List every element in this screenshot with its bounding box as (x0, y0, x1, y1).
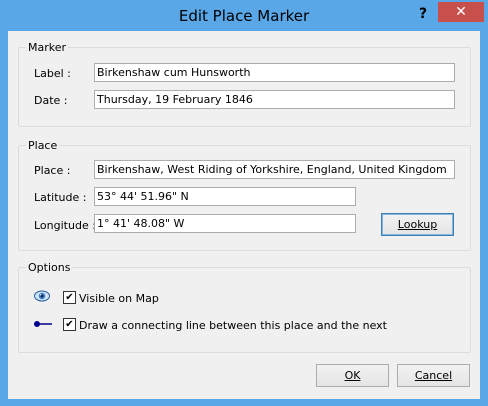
title-bar[interactable]: Edit Place Marker ? ✕ (1, 1, 487, 31)
connecting-line-label[interactable]: Draw a connecting line between this plac… (79, 319, 387, 332)
date-input[interactable]: Thursday, 19 February 1846 (94, 90, 455, 109)
longitude-caption: Longitude : (34, 219, 96, 232)
close-button[interactable]: ✕ (438, 2, 484, 22)
date-caption: Date : (34, 94, 68, 107)
dialog-body: Marker Label : Birkenshaw cum Hunsworth … (8, 31, 480, 399)
marker-legend: Marker (28, 41, 67, 54)
latitude-input[interactable]: 53° 44' 51.96" N (94, 187, 356, 206)
lookup-button[interactable]: Lookup (381, 213, 454, 236)
longitude-input[interactable]: 1° 41' 48.08" W (94, 214, 356, 233)
latitude-caption: Latitude : (34, 191, 87, 204)
options-legend: Options (28, 261, 71, 274)
label-caption: Label : (34, 67, 71, 80)
ok-label: OK (344, 369, 361, 382)
options-group: Options (18, 261, 471, 353)
dialog-window: Edit Place Marker ? ✕ Marker Label : Bir… (0, 0, 488, 406)
label-input[interactable]: Birkenshaw cum Hunsworth (94, 63, 455, 82)
connecting-line-checkbox[interactable]: ✔ (63, 318, 76, 331)
connecting-line-icon (34, 321, 52, 327)
lookup-label: Lookup (397, 218, 438, 231)
visible-on-map-label[interactable]: Visible on Map (79, 292, 159, 305)
cancel-button[interactable]: Cancel (397, 364, 470, 387)
help-button[interactable]: ? (413, 5, 433, 23)
eye-icon (34, 290, 50, 302)
place-caption: Place : (34, 164, 71, 177)
marker-group: Marker (18, 41, 471, 127)
place-input[interactable]: Birkenshaw, West Riding of Yorkshire, En… (94, 160, 455, 179)
ok-button[interactable]: OK (316, 364, 389, 387)
cancel-label: Cancel (414, 369, 453, 382)
visible-on-map-checkbox[interactable]: ✔ (63, 291, 76, 304)
place-legend: Place (28, 139, 58, 152)
